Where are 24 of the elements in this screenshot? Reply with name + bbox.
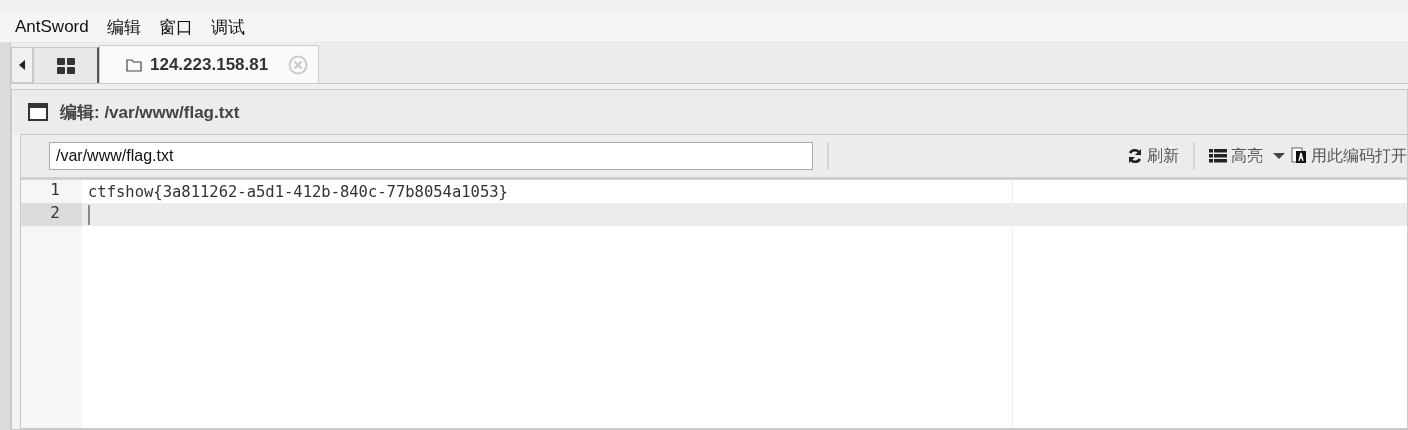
panel-title: 编辑: /var/www/flag.txt bbox=[60, 101, 240, 124]
caret-down-icon bbox=[1273, 153, 1285, 159]
translate-icon bbox=[1291, 147, 1307, 165]
caret-left-icon bbox=[19, 60, 25, 70]
host-tab[interactable]: 124.223.158.81 bbox=[99, 45, 320, 83]
line-number: 1 bbox=[49, 180, 61, 201]
line-number: 2 bbox=[21, 203, 82, 226]
refresh-icon bbox=[1127, 148, 1143, 164]
menu-item[interactable]: 调试 bbox=[210, 15, 245, 39]
text-cursor bbox=[88, 204, 90, 225]
grid-icon bbox=[56, 57, 75, 74]
menu-item[interactable]: 编辑 bbox=[106, 15, 141, 39]
menu-item[interactable]: 窗口 bbox=[158, 15, 193, 39]
encoding-button[interactable]: 用此编码打开 bbox=[1291, 145, 1407, 167]
refresh-button[interactable]: 刷新 bbox=[1127, 145, 1179, 167]
code-line: ctfshow{3a811262-a5d1-412b-840c-77b8054a1053} bbox=[88, 182, 508, 201]
highlight-dropdown[interactable]: 高亮 bbox=[1209, 145, 1285, 167]
window-icon bbox=[28, 103, 48, 121]
path-field[interactable]: /var/www/flag.txt bbox=[49, 142, 813, 170]
list-icon bbox=[1209, 149, 1227, 163]
menu-item[interactable]: AntSword bbox=[15, 17, 89, 37]
folder-icon bbox=[126, 57, 142, 72]
scroll-left-button[interactable] bbox=[11, 47, 33, 83]
home-tab[interactable] bbox=[33, 47, 99, 83]
